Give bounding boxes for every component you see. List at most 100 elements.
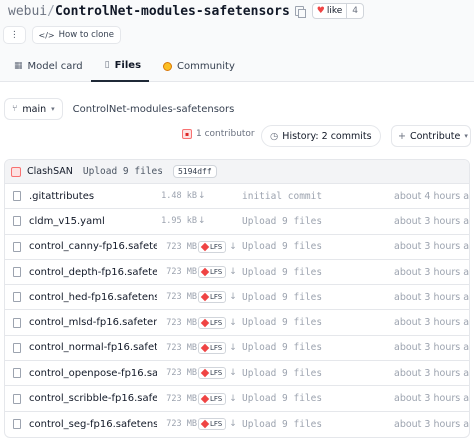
file-date: about 3 hours ago bbox=[394, 393, 470, 405]
file-name[interactable]: control_mlsd-fp16.safetensors bbox=[29, 317, 157, 328]
lfs-badge: LFS bbox=[198, 240, 227, 253]
file-commit-message[interactable]: Upload 9 files bbox=[242, 241, 322, 252]
file-size: 723 MB bbox=[166, 292, 197, 303]
lfs-icon bbox=[200, 394, 210, 403]
how-to-clone-button[interactable]: </> How to clone bbox=[31, 26, 121, 44]
lfs-label: LFS bbox=[210, 293, 223, 302]
file-commit-message[interactable]: Upload 9 files bbox=[242, 393, 322, 404]
download-icon[interactable]: ↓ bbox=[229, 292, 237, 302]
file-row[interactable]: control_scribble-fp16.safetensors 723 MB L… bbox=[5, 386, 470, 412]
file-commit-message[interactable]: Upload 9 files bbox=[242, 419, 322, 430]
file-row[interactable]: control_canny-fp16.safetensors 723 MB LFS ↓… bbox=[5, 235, 469, 260]
file-name[interactable]: .gitattributes bbox=[29, 191, 157, 202]
download-group: ↓ bbox=[198, 216, 206, 226]
lfs-badge: LFS bbox=[198, 316, 227, 329]
download-icon[interactable]: ↓ bbox=[198, 216, 206, 226]
file-name[interactable]: control_normal-fp16.safetensors bbox=[29, 342, 157, 353]
branch-selector[interactable]: ⑂ main ▾ bbox=[4, 98, 63, 120]
file-commit-message[interactable]: Upload 9 files bbox=[242, 342, 322, 353]
like-count: 4 bbox=[346, 4, 363, 18]
repo-header: webui / ControlNet-modules-safetensors ♥… bbox=[0, 0, 474, 82]
commit-message[interactable]: Upload 9 files bbox=[83, 166, 163, 177]
tab-files[interactable]: ▯ Files bbox=[90, 50, 150, 82]
lfs-icon bbox=[200, 368, 210, 378]
lfs-group: LFS ↓ bbox=[198, 341, 237, 354]
download-icon[interactable]: ↓ bbox=[229, 419, 237, 429]
download-icon[interactable]: ↓ bbox=[229, 318, 237, 328]
repo-actions-row: ⋮ </> How to clone bbox=[3, 26, 121, 44]
tab-model-card[interactable]: ▦ Model card bbox=[0, 50, 91, 82]
download-icon[interactable]: ↓ bbox=[229, 368, 237, 378]
download-icon[interactable]: ↓ bbox=[229, 267, 237, 277]
file-row[interactable]: control_openpose-fp16.safetensors723 MBL… bbox=[5, 361, 469, 387]
file-row[interactable]: cldm_v15.yaml 1.95 kB ↓ Upload 9 files about… bbox=[5, 209, 469, 235]
code-icon: </> bbox=[38, 30, 55, 40]
tab-files-label: Files bbox=[114, 59, 142, 71]
file-icon bbox=[13, 216, 21, 227]
community-icon bbox=[163, 61, 173, 71]
like-button[interactable]: ♥ like 4 bbox=[311, 3, 365, 19]
lfs-group: LFS ↓ bbox=[198, 291, 237, 304]
contributors-link[interactable]: ▪ 1 contributor bbox=[182, 129, 255, 139]
file-commit-message[interactable]: Upload 9 files bbox=[242, 368, 322, 379]
repo-owner-link[interactable]: webui bbox=[8, 4, 47, 19]
contributor-avatar: ▪ bbox=[182, 129, 192, 139]
history-button[interactable]: ◷ History: 2 commits bbox=[261, 125, 381, 147]
file-name[interactable]: control_scribble-fp16.safetensors bbox=[29, 393, 157, 404]
file-size: 723 MB bbox=[166, 241, 197, 252]
file-name[interactable]: control_canny-fp16.safetensors bbox=[29, 241, 157, 252]
file-row[interactable]: control_normal-fp16.safetensors723 MBLFS… bbox=[5, 336, 469, 362]
download-icon[interactable]: ↓ bbox=[229, 343, 237, 353]
file-row[interactable]: control_mlsd-fp16.safetensors 723 MB LFS ↓ U… bbox=[5, 310, 469, 336]
file-size: 723 MB bbox=[166, 393, 197, 404]
file-name[interactable]: control_hed-fp16.safetensors bbox=[29, 292, 157, 303]
contribute-button[interactable]: + Contribute ▾ bbox=[391, 125, 471, 147]
file-size: 1.95 kB bbox=[161, 216, 197, 227]
tab-community[interactable]: Community bbox=[149, 50, 243, 82]
history-label: History: 2 commits bbox=[282, 130, 372, 142]
download-icon[interactable]: ↓ bbox=[229, 242, 237, 252]
file-name[interactable]: control_depth-fp16.safetensors bbox=[29, 267, 157, 278]
files-icon: ▯ bbox=[104, 60, 110, 70]
file-size: 723 MB bbox=[166, 317, 197, 328]
branch-name: main bbox=[22, 103, 47, 115]
lfs-label: LFS bbox=[210, 268, 223, 277]
commit-hash[interactable]: 5194dff bbox=[172, 165, 217, 178]
lfs-label: LFS bbox=[210, 369, 223, 378]
lfs-badge: LFS bbox=[198, 341, 227, 354]
file-commit-message[interactable]: Upload 9 files bbox=[242, 317, 322, 328]
commit-author[interactable]: ClashSAN bbox=[27, 166, 73, 177]
lfs-group: LFS ↓ bbox=[198, 266, 237, 279]
file-row[interactable]: control_seg-fp16.safetensors 723 MB LFS ↓ Up… bbox=[5, 412, 469, 437]
copy-icon[interactable] bbox=[294, 6, 306, 18]
more-options-button[interactable]: ⋮ bbox=[3, 26, 26, 44]
lfs-badge: LFS bbox=[198, 418, 227, 431]
file-commit-message[interactable]: Upload 9 files bbox=[242, 292, 322, 303]
download-icon[interactable]: ↓ bbox=[198, 191, 206, 201]
file-name[interactable]: cldm_v15.yaml bbox=[29, 216, 157, 227]
model-card-icon: ▦ bbox=[14, 61, 23, 71]
lfs-badge: LFS bbox=[198, 266, 227, 279]
how-to-clone-label: How to clone bbox=[58, 30, 114, 40]
file-row[interactable]: control_depth-fp16.safetensors 723 MB LFS ↓… bbox=[5, 260, 469, 286]
file-name[interactable]: control_seg-fp16.safetensors bbox=[29, 419, 157, 430]
file-date: about 4 hours ago bbox=[394, 190, 470, 202]
repo-title-row: webui / ControlNet-modules-safetensors ♥… bbox=[4, 1, 365, 21]
lfs-label: LFS bbox=[210, 242, 223, 251]
repo-name-link[interactable]: ControlNet-modules-safetensors bbox=[55, 4, 290, 19]
lfs-group: LFS ↓ bbox=[198, 418, 237, 431]
file-icon bbox=[13, 267, 21, 278]
file-icon bbox=[13, 368, 21, 379]
lfs-label: LFS bbox=[210, 394, 223, 403]
file-row[interactable]: control_hed-fp16.safetensors 723 MB LFS ↓ Up… bbox=[5, 285, 469, 311]
file-name[interactable]: control_openpose-fp16.safetensors bbox=[29, 368, 157, 379]
file-commit-message[interactable]: Upload 9 files bbox=[242, 267, 322, 278]
lfs-label: LFS bbox=[210, 318, 223, 327]
file-row[interactable]: .gitattributes 1.48 kB ↓ initial commit abou… bbox=[5, 184, 470, 210]
download-icon[interactable]: ↓ bbox=[229, 394, 237, 404]
lfs-label: LFS bbox=[210, 343, 223, 352]
file-commit-message[interactable]: Upload 9 files bbox=[242, 216, 322, 227]
file-icon bbox=[13, 292, 21, 303]
lfs-group: LFS ↓ bbox=[198, 240, 237, 253]
file-commit-message[interactable]: initial commit bbox=[242, 191, 322, 202]
